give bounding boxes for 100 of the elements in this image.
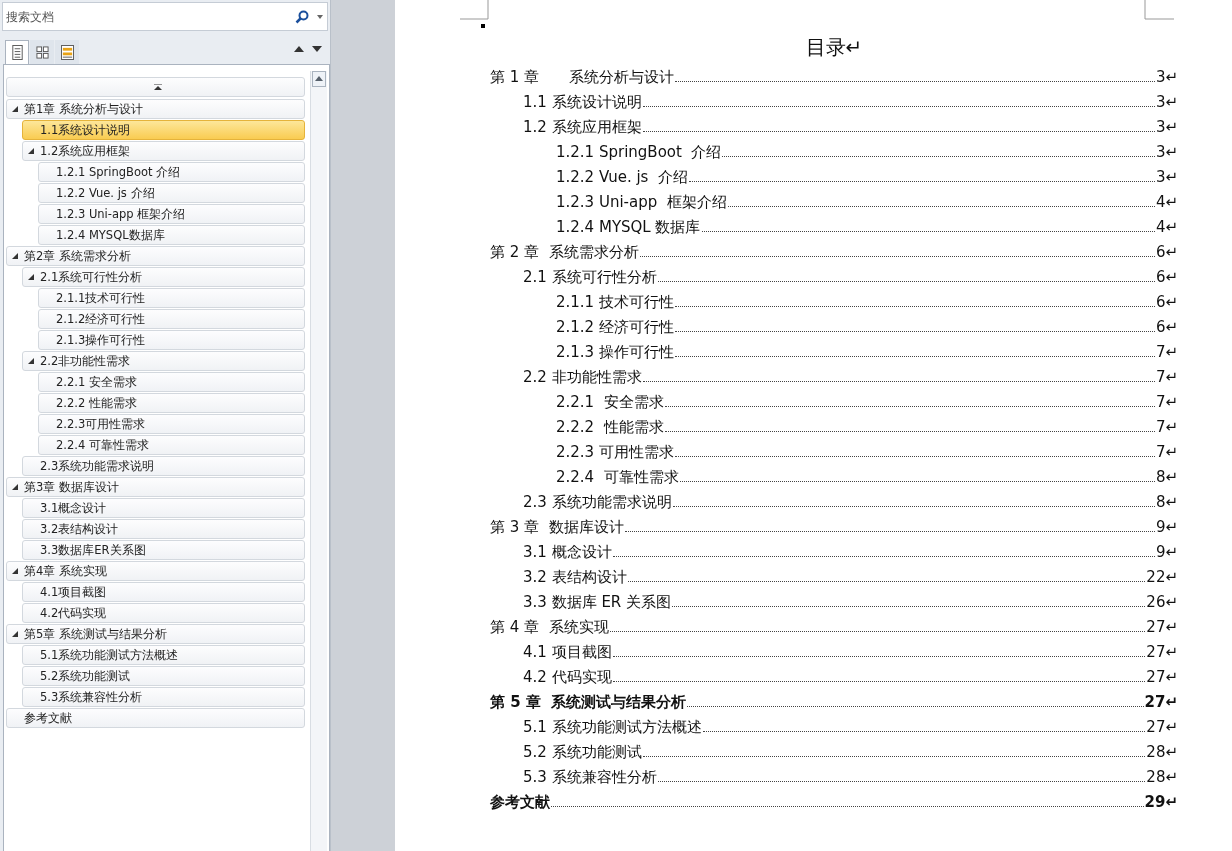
nav-tree-item[interactable]: 第1章 系统分析与设计 <box>6 99 305 119</box>
toc-entry-title: 第 3 章 数据库设计 <box>490 518 624 537</box>
nav-tree-item[interactable]: 1.2.4 MYSQL数据库 <box>38 225 305 245</box>
expanded-triangle-icon[interactable] <box>12 106 18 112</box>
toc-entry-title: 1.1 系统设计说明 <box>523 93 642 112</box>
nav-tree-item[interactable]: 2.1系统可行性分析 <box>22 267 305 287</box>
toc-page-number: 3↵ <box>1155 168 1178 186</box>
toc-entry-title: 2.1.2 经济可行性 <box>556 318 674 337</box>
toc-page-number: 3↵ <box>1155 143 1178 161</box>
nav-tree-item[interactable]: 1.2.3 Uni-app 框架介绍 <box>38 204 305 224</box>
headings-tab[interactable] <box>5 40 29 64</box>
toc-entry-title: 2.1.3 操作可行性 <box>556 343 674 362</box>
expanded-triangle-icon[interactable] <box>12 631 18 637</box>
toc-page-number: 4↵ <box>1155 193 1178 211</box>
toc-entry-title: 4.2 代码实现 <box>523 668 612 687</box>
nav-tree-item[interactable]: 1.2系统应用框架 <box>22 141 305 161</box>
toc-entry-title: 第 4 章 系统实现 <box>490 618 609 637</box>
toc-page-number: 27↵ <box>1144 693 1178 711</box>
toc-entry-title: 2.2.4 可靠性需求 <box>556 468 679 487</box>
search-icon[interactable] <box>295 9 309 24</box>
nav-tree-item[interactable]: 5.2系统功能测试 <box>22 666 305 686</box>
nav-tree-item[interactable]: 第2章 系统需求分析 <box>6 246 305 266</box>
toc-page-number: 28↵ <box>1146 768 1178 786</box>
toc-page-number: 7↵ <box>1155 393 1178 411</box>
toc-page-number: 7↵ <box>1155 443 1178 461</box>
toc-heading: 目录↵ <box>804 34 864 60</box>
toc-entry-title: 1.2.4 MYSQL 数据库 <box>556 218 701 237</box>
toc-entry-title: 2.2 非功能性需求 <box>523 368 642 387</box>
nav-tree-item[interactable]: 第5章 系统测试与结果分析 <box>6 624 305 644</box>
nav-tree-item[interactable]: 3.3数据库ER关系图 <box>22 540 305 560</box>
toc-entry-title: 1.2.3 Uni-app 框架介绍 <box>556 193 727 212</box>
scroll-up-icon[interactable] <box>312 71 326 87</box>
margin-corner-mark <box>460 0 490 20</box>
nav-tree-item[interactable]: 第4章 系统实现 <box>6 561 305 581</box>
expanded-triangle-icon[interactable] <box>12 568 18 574</box>
nav-tree-item[interactable]: 第3章 数据库设计 <box>6 477 305 497</box>
toc-entry-title: 2.2.2 性能需求 <box>556 418 664 437</box>
nav-tree-item[interactable]: 2.2非功能性需求 <box>22 351 305 371</box>
nav-tree-item[interactable]: 3.2表结构设计 <box>22 519 305 539</box>
toc-entry-title: 3.2 表结构设计 <box>523 568 627 587</box>
toc-page-number: 27↵ <box>1146 668 1178 686</box>
nav-tree-item[interactable]: 2.1.1技术可行性 <box>38 288 305 308</box>
nav-tree-item[interactable]: 2.1.3操作可行性 <box>38 330 305 350</box>
toc-page-number: 27↵ <box>1146 618 1178 636</box>
previous-arrow-icon[interactable] <box>294 46 304 52</box>
toc-page-number: 9↵ <box>1155 518 1178 536</box>
expanded-triangle-icon[interactable] <box>28 358 34 364</box>
toc-page-number: 22↵ <box>1146 568 1178 586</box>
dropdown-caret-icon[interactable] <box>317 14 323 19</box>
expanded-triangle-icon[interactable] <box>12 484 18 490</box>
expanded-triangle-icon[interactable] <box>12 253 18 259</box>
toc-entry-title: 2.2.1 安全需求 <box>556 393 664 412</box>
results-tab[interactable] <box>55 40 79 64</box>
toc-entry-title: 4.1 项目截图 <box>523 643 612 662</box>
toc-page-number: 3↵ <box>1155 93 1178 111</box>
nav-tree-item[interactable]: 参考文献 <box>6 708 305 728</box>
document-list-icon <box>10 45 24 60</box>
pages-tab[interactable] <box>30 40 54 64</box>
expanded-triangle-icon[interactable] <box>28 274 34 280</box>
toc-page-number: 3↵ <box>1155 118 1178 136</box>
toc-page-number: 8↵ <box>1155 468 1178 486</box>
nav-tree-item[interactable]: 1.2.1 SpringBoot 介绍 <box>38 162 305 182</box>
toc-page-number: 6↵ <box>1155 268 1178 286</box>
nav-tree-item[interactable]: 5.3系统兼容性分析 <box>22 687 305 707</box>
nav-tree-item[interactable]: 4.2代码实现 <box>22 603 305 623</box>
toc-page-number: 27↵ <box>1146 718 1178 736</box>
toc-entry-title: 第 1 章 系统分析与设计 <box>490 68 675 87</box>
nav-tree-item[interactable]: 2.1.2经济可行性 <box>38 309 305 329</box>
toc-page-number: 6↵ <box>1155 293 1178 311</box>
toc-page-number: 9↵ <box>1155 543 1178 561</box>
toc-page-number: 7↵ <box>1155 368 1178 386</box>
nav-tree-item[interactable]: 2.2.4 可靠性需求 <box>38 435 305 455</box>
toc-page-number: 28↵ <box>1146 743 1178 761</box>
result-list-icon <box>60 45 74 60</box>
toc-page-number: 27↵ <box>1146 643 1178 661</box>
nav-tree-item[interactable]: 4.1项目截图 <box>22 582 305 602</box>
toc-page-number: 4↵ <box>1155 218 1178 236</box>
toc-page-number: 8↵ <box>1155 493 1178 511</box>
toc-entry-title: 5.3 系统兼容性分析 <box>523 768 657 787</box>
toc-entry-title: 1.2.1 SpringBoot 介绍 <box>556 143 722 162</box>
nav-tree-item[interactable]: 2.2.3可用性需求 <box>38 414 305 434</box>
thumbnail-grid-icon <box>35 45 49 60</box>
nav-tree-item[interactable]: 2.3系统功能需求说明 <box>22 456 305 476</box>
expanded-triangle-icon[interactable] <box>28 148 34 154</box>
nav-tree-item[interactable]: 1.2.2 Vue. js 介绍 <box>38 183 305 203</box>
margin-corner-mark <box>1144 0 1174 20</box>
nav-tree-item[interactable]: 3.1概念设计 <box>22 498 305 518</box>
nav-tree-item[interactable]: 1.1系统设计说明 <box>22 120 305 140</box>
toc-entry-title: 2.1 系统可行性分析 <box>523 268 657 287</box>
nav-tree-item[interactable]: 2.2.2 性能需求 <box>38 393 305 413</box>
toc-entry-title: 5.2 系统功能测试 <box>523 743 642 762</box>
toc-entry-title: 2.1.1 技术可行性 <box>556 293 674 312</box>
next-arrow-icon[interactable] <box>312 46 322 52</box>
anchor-mark <box>481 24 485 28</box>
nav-tree-item[interactable]: 2.2.1 安全需求 <box>38 372 305 392</box>
nav-tree-item[interactable]: 5.1系统功能测试方法概述 <box>22 645 305 665</box>
toc-entry-title: 1.2.2 Vue. js 介绍 <box>556 168 688 187</box>
search-field[interactable]: 搜索文档 <box>6 9 295 24</box>
search-bar[interactable]: 搜索文档 <box>2 2 328 31</box>
toc-page-number: 7↵ <box>1155 343 1178 361</box>
